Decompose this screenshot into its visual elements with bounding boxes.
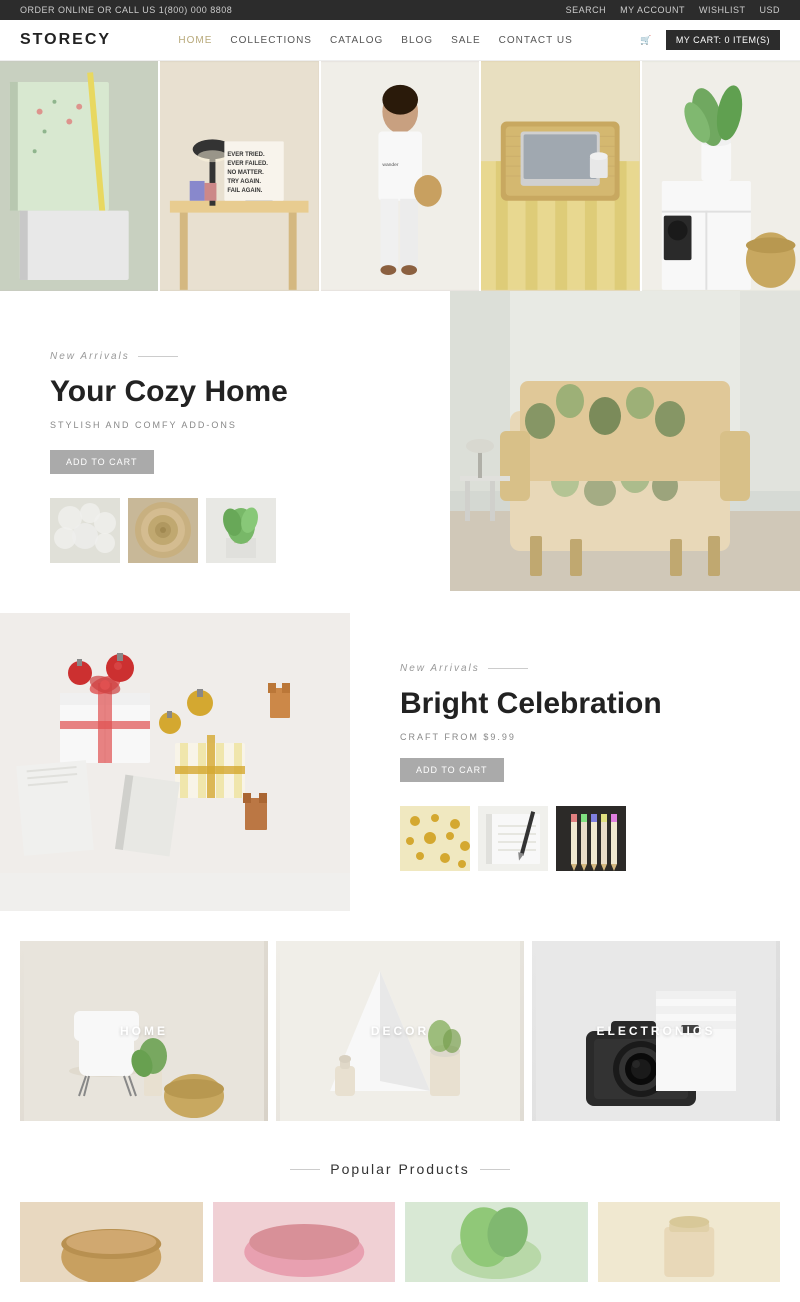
svg-text:wander: wander bbox=[382, 162, 399, 168]
category-electronics-label: ELECTRONICS bbox=[596, 1024, 715, 1038]
laptop-tray-illustration bbox=[481, 61, 639, 291]
category-decor-label: DECOR bbox=[371, 1024, 429, 1038]
cozy-section: New Arrivals Your Cozy Home STYLISH AND … bbox=[0, 291, 800, 603]
cart-icon: 🛒 bbox=[640, 35, 652, 46]
bright-thumb-3[interactable] bbox=[556, 806, 626, 871]
hero-tile-5 bbox=[642, 61, 800, 291]
bright-thumb-1[interactable] bbox=[400, 806, 470, 871]
nav-home[interactable]: HOME bbox=[178, 35, 212, 46]
svg-text:NO MATTER.: NO MATTER. bbox=[228, 170, 265, 176]
svg-text:EVER TRIED.: EVER TRIED. bbox=[228, 152, 266, 158]
product-preview-4[interactable] bbox=[598, 1202, 781, 1282]
bright-title: Bright Celebration bbox=[400, 686, 760, 722]
hero-tile-1 bbox=[0, 61, 158, 291]
hero-tile-4 bbox=[481, 61, 639, 291]
search-link[interactable]: SEARCH bbox=[566, 5, 607, 15]
cozy-thumbnails bbox=[50, 498, 410, 563]
popular-title: Popular Products bbox=[20, 1161, 780, 1177]
account-link[interactable]: MY ACCOUNT bbox=[620, 5, 685, 15]
cozy-left: New Arrivals Your Cozy Home STYLISH AND … bbox=[0, 291, 450, 603]
cozy-title: Your Cozy Home bbox=[50, 374, 410, 410]
bright-left bbox=[0, 613, 350, 911]
nav-sale[interactable]: SALE bbox=[451, 35, 481, 46]
cozy-thumb-2[interactable] bbox=[128, 498, 198, 563]
product-preview-2[interactable] bbox=[213, 1202, 396, 1282]
desk-illustration: EVER TRIED. EVER FAILED. NO MATTER. TRY … bbox=[160, 61, 318, 291]
contact-text: ORDER ONLINE OR CALL US 1(800) 000 8808 bbox=[20, 5, 232, 15]
nav-blog[interactable]: BLOG bbox=[401, 35, 433, 46]
wishlist-link[interactable]: WISHLIST bbox=[699, 5, 746, 15]
cozy-add-to-cart[interactable]: ADD TO CART bbox=[50, 450, 154, 474]
bright-section: New Arrivals Bright Celebration CRAFT FR… bbox=[0, 613, 800, 911]
bright-thumb-2[interactable] bbox=[478, 806, 548, 871]
product-preview-3[interactable] bbox=[405, 1202, 588, 1282]
category-home-label: HOME bbox=[120, 1024, 168, 1038]
products-preview bbox=[0, 1187, 800, 1302]
cozy-right bbox=[450, 291, 800, 603]
cozy-thumb-1[interactable] bbox=[50, 498, 120, 563]
notebooks-illustration bbox=[0, 61, 158, 291]
top-bar-right: SEARCH MY ACCOUNT WISHLIST USD bbox=[566, 5, 780, 15]
top-bar: ORDER ONLINE OR CALL US 1(800) 000 8808 … bbox=[0, 0, 800, 20]
category-electronics[interactable]: ELECTRONICS bbox=[532, 941, 780, 1121]
bright-add-to-cart[interactable]: ADD TO CART bbox=[400, 758, 504, 782]
logo[interactable]: STORECY bbox=[20, 31, 111, 49]
gifts-illustration bbox=[0, 613, 350, 873]
bright-new-arrivals: New Arrivals bbox=[400, 663, 760, 674]
svg-text:TRY AGAIN.: TRY AGAIN. bbox=[228, 179, 262, 185]
nav-links: HOME COLLECTIONS CATALOG BLOG SALE CONTA… bbox=[178, 35, 572, 46]
cozy-thumb-3[interactable] bbox=[206, 498, 276, 563]
woman-illustration: wander bbox=[321, 61, 479, 291]
nav-right: 🛒 MY CART: 0 ITEM(S) bbox=[640, 30, 780, 50]
category-decor[interactable]: DECOR bbox=[276, 941, 524, 1121]
hero-tile-3: wander bbox=[321, 61, 479, 291]
bright-right: New Arrivals Bright Celebration CRAFT FR… bbox=[350, 613, 800, 911]
cozy-new-arrivals: New Arrivals bbox=[50, 351, 410, 362]
main-nav: STORECY HOME COLLECTIONS CATALOG BLOG SA… bbox=[0, 20, 800, 61]
svg-text:EVER FAILED.: EVER FAILED. bbox=[228, 161, 269, 167]
cart-button[interactable]: MY CART: 0 ITEM(S) bbox=[666, 30, 780, 50]
product-preview-1[interactable] bbox=[20, 1202, 203, 1282]
categories-section: HOME DECOR bbox=[0, 921, 800, 1141]
category-home[interactable]: HOME bbox=[20, 941, 268, 1121]
nav-catalog[interactable]: CATALOG bbox=[330, 35, 383, 46]
popular-section: Popular Products bbox=[0, 1141, 800, 1187]
hero-mosaic: EVER TRIED. EVER FAILED. NO MATTER. TRY … bbox=[0, 61, 800, 291]
cozy-subtitle: STYLISH AND COMFY ADD-ONS bbox=[50, 420, 410, 430]
hero-tile-2: EVER TRIED. EVER FAILED. NO MATTER. TRY … bbox=[160, 61, 318, 291]
bright-subtitle: CRAFT FROM $9.99 bbox=[400, 732, 760, 742]
currency-selector[interactable]: USD bbox=[759, 5, 780, 15]
svg-text:FAIL AGAIN.: FAIL AGAIN. bbox=[228, 188, 263, 194]
plant-shelf-illustration bbox=[642, 61, 800, 291]
nav-collections[interactable]: COLLECTIONS bbox=[230, 35, 312, 46]
armchair-illustration bbox=[450, 291, 800, 591]
bright-thumbnails bbox=[400, 806, 760, 871]
nav-contact[interactable]: CONTACT US bbox=[499, 35, 573, 46]
